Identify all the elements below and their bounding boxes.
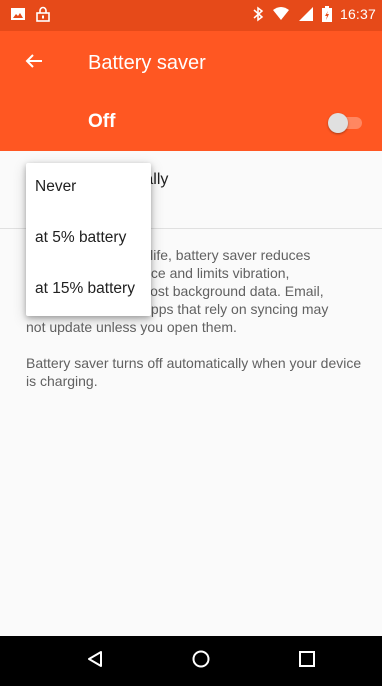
master-switch-bar[interactable]: Off [0,95,382,151]
desc-line: not update unless you open them. [26,319,237,335]
navigation-bar [0,636,382,686]
page-title: Battery saver [88,52,206,74]
nav-back-button[interactable] [82,648,108,674]
nav-home-button[interactable] [188,648,214,674]
toggle-thumb [328,113,348,133]
status-right-icons: 16:37 [252,6,376,22]
lock-icon [36,6,50,22]
menu-item-label: at 15% battery [35,280,135,297]
menu-item-label: at 5% battery [35,229,127,246]
toolbar: Battery saver [0,31,382,95]
signal-icon [298,6,314,22]
description-paragraph-2: Battery saver turns off automatically wh… [26,355,362,389]
menu-item-never[interactable]: Never [26,163,151,214]
master-switch-label: Off [88,111,116,132]
master-switch-toggle[interactable] [328,113,364,133]
nav-back-icon [85,649,105,674]
wifi-icon [272,6,290,22]
status-time: 16:37 [339,6,376,22]
bluetooth-icon [252,6,264,22]
popup-menu: Never at 5% battery at 15% battery [26,163,151,316]
menu-item-5-percent[interactable]: at 5% battery [26,214,151,265]
nav-home-icon [191,649,211,674]
back-button[interactable] [20,49,48,77]
battery-icon [321,6,332,22]
nav-recents-icon [298,650,316,673]
image-icon [10,6,26,22]
status-bar: 16:37 [0,0,382,31]
menu-item-15-percent[interactable]: at 15% battery [26,265,151,316]
status-left-icons [10,6,50,22]
nav-recents-button[interactable] [294,648,320,674]
menu-item-label: Never [35,178,77,195]
arrow-back-icon [25,53,43,74]
